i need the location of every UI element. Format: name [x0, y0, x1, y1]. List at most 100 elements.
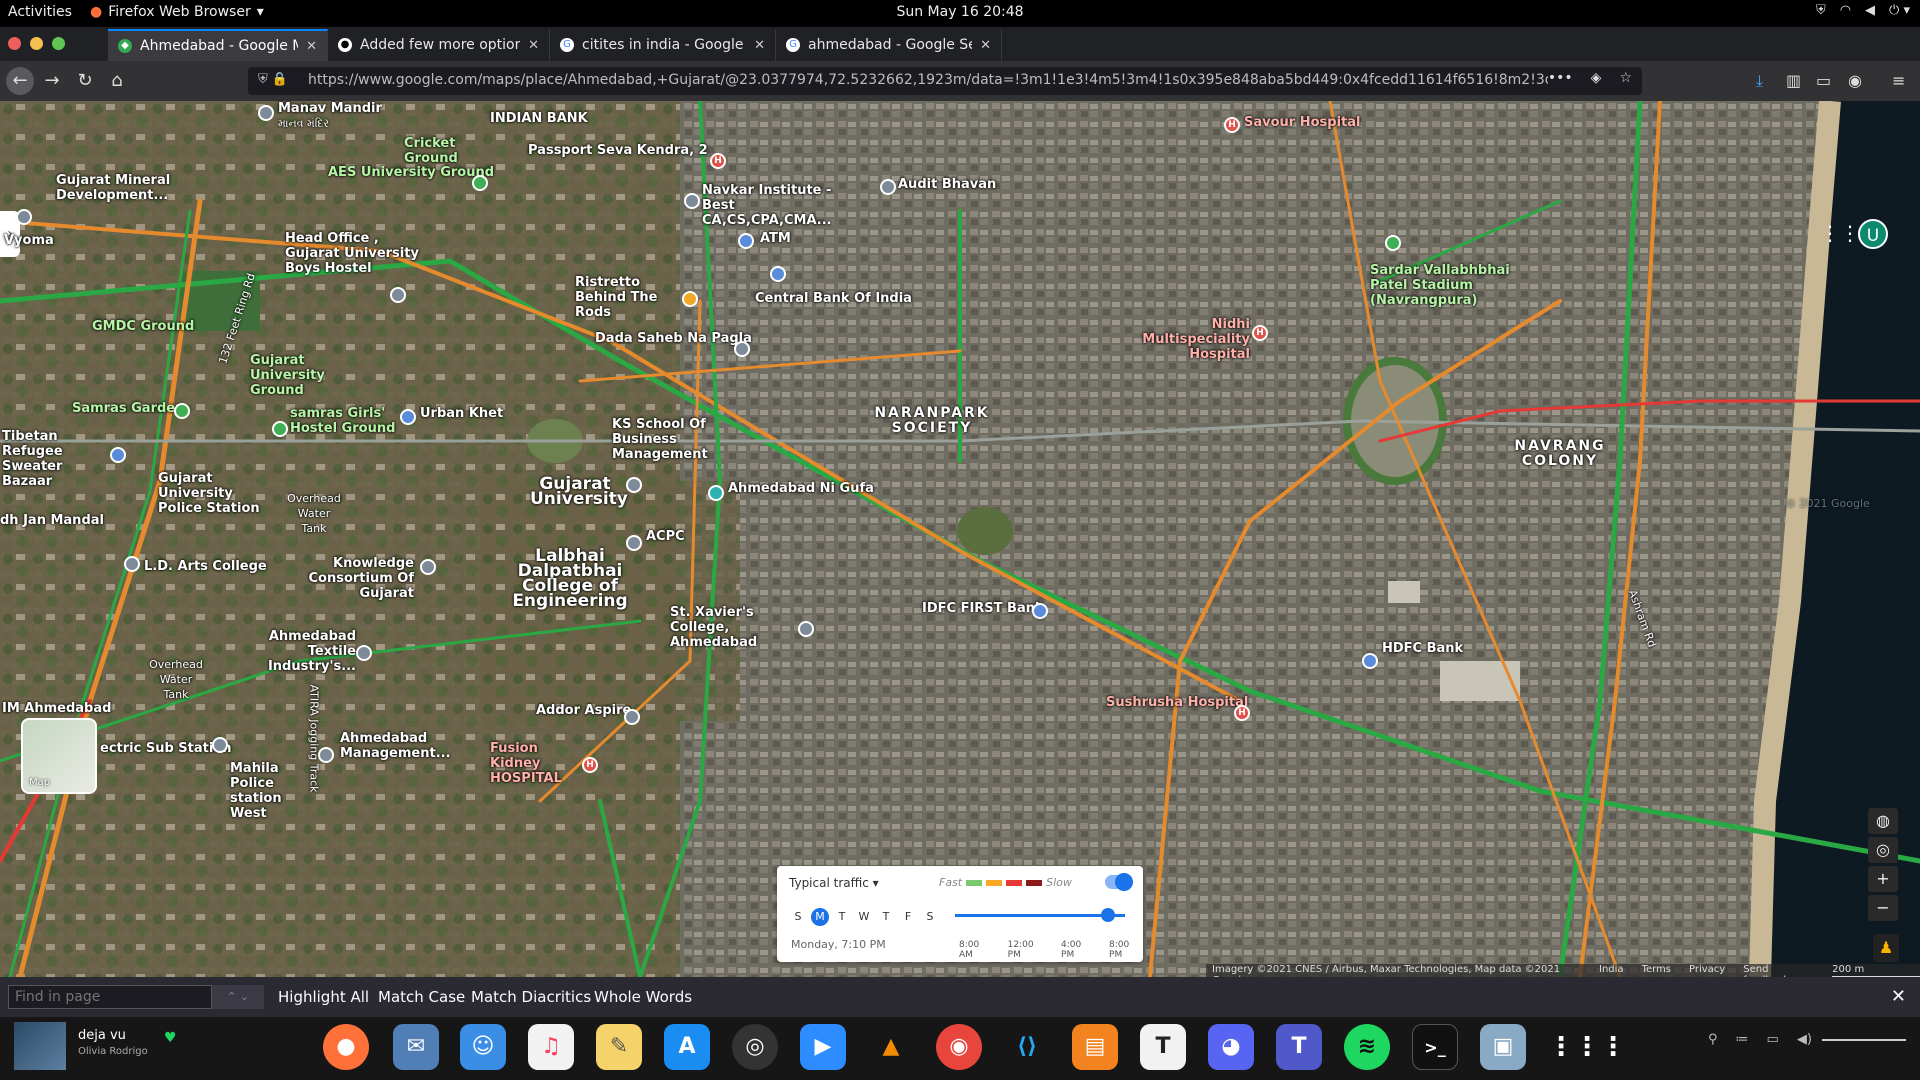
place-pin[interactable] — [420, 559, 436, 575]
place-label[interactable]: HDFC Bank — [1382, 641, 1463, 656]
place-label[interactable]: AES University Ground — [328, 165, 494, 180]
place-label[interactable]: St. Xavier's College, Ahmedabad — [670, 605, 800, 650]
place-pin[interactable] — [626, 477, 642, 493]
place-label[interactable]: INDIAN BANK — [490, 111, 588, 126]
place-label[interactable]: L.D. Arts College — [144, 559, 267, 574]
teams-icon[interactable]: T — [1276, 1024, 1322, 1070]
app-grid-icon[interactable]: ⋮⋮⋮ — [1548, 1024, 1626, 1070]
list-icon[interactable]: ≔ — [1736, 1032, 1749, 1047]
heart-icon[interactable]: ♥ — [164, 1030, 177, 1046]
volume-icon[interactable]: ◀ — [1865, 3, 1875, 18]
place-label[interactable]: Sardar Vallabhbhai Patel Stadium (Navran… — [1370, 263, 1530, 308]
map-layers-button[interactable]: Map — [21, 718, 97, 794]
chrome-icon[interactable]: ◉ — [936, 1024, 982, 1070]
place-label[interactable]: Ahmedabad Management... — [340, 731, 451, 761]
place-pin[interactable] — [400, 409, 416, 425]
place-label[interactable]: Samras Garden — [72, 401, 184, 416]
typora-icon[interactable]: T — [1140, 1024, 1186, 1070]
system-tray[interactable]: ⛨ ◠ ◀ ⏻ ▾ — [1816, 3, 1910, 18]
close-window-button[interactable] — [8, 37, 21, 50]
place-pin[interactable] — [880, 179, 896, 195]
tab-google-search-ahmedabad[interactable]: G ahmedabad - Google Sea ✕ — [776, 29, 1002, 61]
forward-button[interactable]: → — [40, 69, 64, 93]
place-pin[interactable] — [390, 287, 406, 303]
place-label[interactable]: Gujarat University — [530, 476, 628, 508]
shop-pin[interactable] — [110, 447, 126, 463]
url-bar[interactable]: ⛨ 🔒 https://www.google.com/maps/place/Ah… — [248, 67, 1642, 95]
home-button[interactable]: ⌂ — [105, 69, 129, 93]
globe-view-icon[interactable]: ◍ — [1868, 808, 1898, 834]
mail-icon[interactable]: ✉ — [393, 1024, 439, 1070]
zoom-in-button[interactable]: + — [1868, 866, 1898, 892]
terminal-icon[interactable]: >_ — [1412, 1024, 1458, 1070]
url-text[interactable]: https://www.google.com/maps/place/Ahmeda… — [308, 72, 1548, 88]
album-art[interactable] — [14, 1022, 66, 1070]
library-icon[interactable]: ▥ — [1786, 71, 1801, 90]
place-label[interactable]: Addor Aspire — [536, 703, 631, 718]
place-pin[interactable] — [16, 209, 32, 225]
volume-slider[interactable] — [1822, 1039, 1906, 1041]
day-tue[interactable]: T — [833, 908, 851, 926]
place-label[interactable]: Ristretto Behind The Rods — [575, 275, 685, 320]
place-pin[interactable] — [684, 193, 700, 209]
place-label[interactable]: Gujarat University Ground — [250, 353, 325, 398]
place-label[interactable]: Fusion Kidney HOSPITAL — [490, 741, 578, 786]
hospital-pin[interactable]: H — [710, 153, 726, 169]
google-apps-icon[interactable]: ⋮⋮ — [1820, 221, 1860, 245]
region-link[interactable]: India — [1599, 964, 1624, 977]
place-label[interactable]: Overhead Water Tank — [284, 491, 344, 536]
place-label[interactable]: Tibetan Refugee Sweater Bazaar — [2, 429, 112, 489]
bookmark-star-icon[interactable]: ☆ — [1619, 70, 1632, 86]
place-label[interactable]: Gujarat Mineral Development... — [56, 173, 186, 203]
scale-bar[interactable]: 200 m — [1832, 964, 1920, 977]
place-label[interactable]: Ahmedabad Textile Industry's... — [236, 629, 356, 674]
app-menu[interactable]: ● Firefox Web Browser ▾ — [90, 4, 264, 20]
place-label[interactable]: Overhead Water Tank — [146, 657, 206, 702]
tab-google-maps[interactable]: ◆ Ahmedabad - Google Ma ✕ — [108, 29, 328, 61]
pin-icon[interactable]: ⚲ — [1708, 1032, 1718, 1047]
time-slider[interactable] — [955, 914, 1125, 917]
hospital-pin[interactable]: H — [1224, 117, 1240, 133]
place-pin[interactable] — [624, 709, 640, 725]
music-icon[interactable]: ♫ — [528, 1024, 574, 1070]
settings-icon[interactable]: ◎ — [732, 1024, 778, 1070]
place-pin[interactable] — [258, 105, 274, 121]
activities-button[interactable]: Activities — [8, 4, 72, 20]
place-label[interactable]: IDFC FIRST Bank — [922, 601, 1044, 616]
close-tab-icon[interactable]: ✕ — [306, 39, 317, 54]
tab-google-search-cities[interactable]: G citites in india - Google S ✕ — [550, 29, 776, 61]
sidebar-icon[interactable]: ▭ — [1816, 71, 1831, 90]
back-button[interactable]: ← — [6, 67, 34, 95]
place-label[interactable]: Navkar Institute - Best CA,CS,CPA,CMA... — [702, 183, 862, 228]
hospital-pin[interactable]: H — [1234, 705, 1250, 721]
place-pin[interactable] — [356, 645, 372, 661]
place-label[interactable]: Sushrusha Hospital — [1106, 695, 1248, 710]
place-pin[interactable] — [124, 556, 140, 572]
day-thu[interactable]: T — [877, 908, 895, 926]
place-label[interactable]: Dada Saheb Na Pagla — [595, 331, 752, 346]
park-pin[interactable] — [272, 421, 288, 437]
account-icon[interactable]: ◉ — [1848, 71, 1862, 90]
place-label[interactable]: Head Office , Gujarat University Boys Ho… — [285, 231, 425, 276]
place-label[interactable]: Gujarat University Police Station — [158, 471, 278, 516]
place-label[interactable]: Cricket Ground — [404, 136, 458, 166]
vlc-icon[interactable]: ▲ — [868, 1024, 914, 1070]
whole-words-option[interactable]: Whole Words — [594, 988, 692, 1006]
close-tab-icon[interactable]: ✕ — [528, 38, 539, 53]
cafe-pin[interactable] — [682, 291, 698, 307]
place-label[interactable]: Urban Khet — [420, 406, 503, 421]
day-fri[interactable]: F — [899, 908, 917, 926]
firefox-icon[interactable]: ● — [323, 1024, 369, 1070]
hospital-pin[interactable]: H — [1252, 325, 1268, 341]
atm-pin[interactable] — [738, 233, 754, 249]
shield-icon[interactable]: ⛨ — [1816, 3, 1826, 18]
tab-github[interactable]: ● Added few more option ✕ — [328, 29, 550, 61]
place-label[interactable]: Mahila Police station West — [230, 761, 310, 821]
downloads-icon[interactable]: ⤓ — [1756, 71, 1763, 91]
park-pin[interactable] — [174, 403, 190, 419]
close-tab-icon[interactable]: ✕ — [980, 38, 991, 53]
place-label[interactable]: samras Girls' Hostel Ground — [290, 406, 400, 436]
finder-icon[interactable]: ☺ — [460, 1024, 506, 1070]
close-tab-icon[interactable]: ✕ — [754, 38, 765, 53]
spotify-icon[interactable]: ≋ — [1344, 1024, 1390, 1070]
